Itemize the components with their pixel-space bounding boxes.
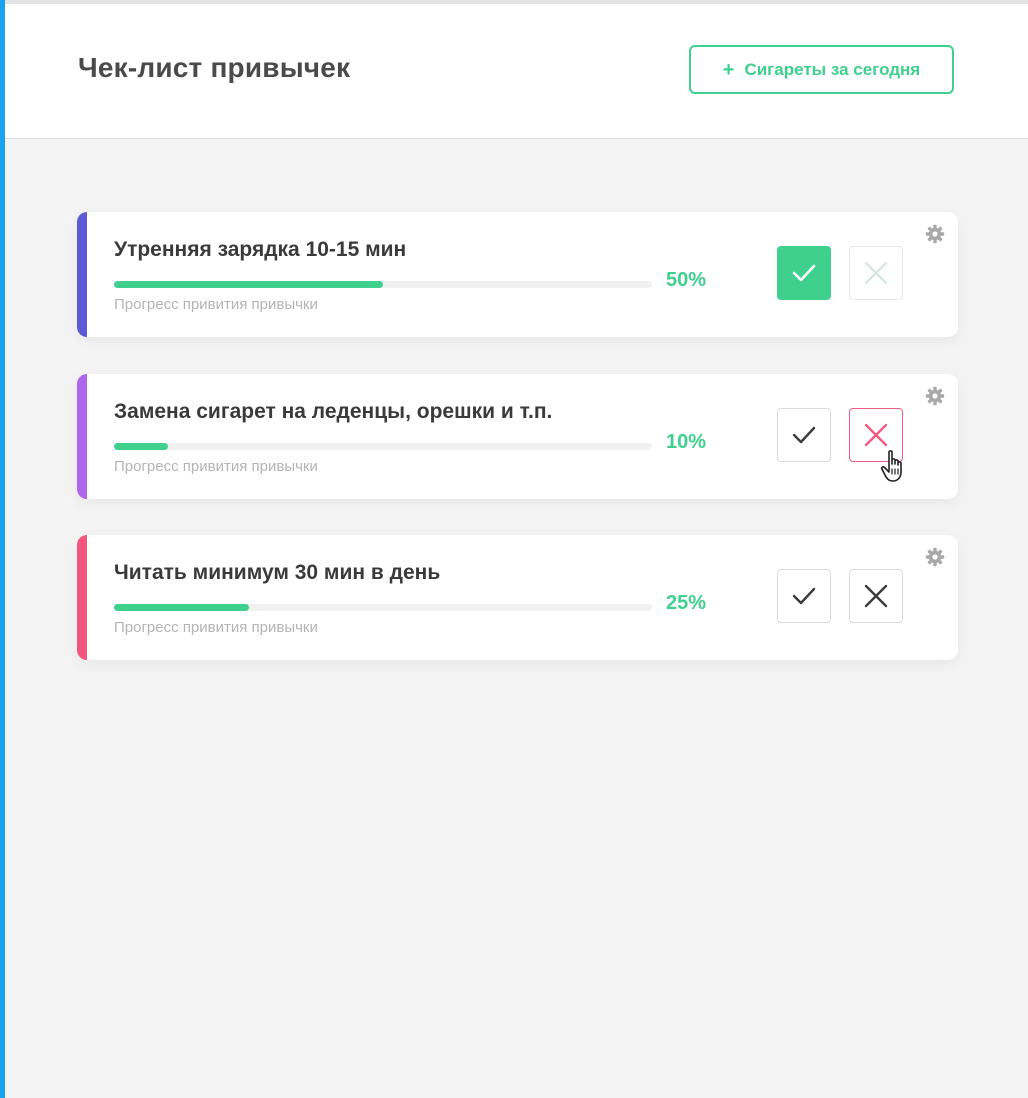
habit-card: Читать минимум 30 мин в день 25% Прогрес…: [77, 535, 958, 660]
gear-icon[interactable]: [925, 547, 945, 567]
close-icon: [864, 423, 888, 447]
habit-card: Замена сигарет на леденцы, орешки и т.п.…: [77, 374, 958, 499]
habit-progress-track: [114, 281, 652, 288]
frame-left-border: [0, 0, 5, 1098]
habit-progress-fill: [114, 281, 383, 288]
plus-icon: +: [722, 58, 735, 81]
add-cigarettes-label: Сигареты за сегодня: [744, 59, 921, 79]
habit-progress-percent: 25%: [666, 592, 707, 614]
habit-progress-track: [114, 604, 652, 611]
mark-failed-button[interactable]: [849, 246, 903, 300]
habit-progress-caption: Прогресс привития привычки: [114, 296, 318, 313]
close-icon: [864, 584, 888, 608]
check-icon: [792, 264, 816, 282]
habit-accent-bar: [77, 212, 87, 337]
hand-pointer-icon: [880, 450, 902, 482]
habit-title: Утренняя зарядка 10-15 мин: [114, 238, 407, 261]
gear-icon[interactable]: [925, 224, 945, 244]
habit-accent-bar: [77, 374, 87, 499]
habit-progress-caption: Прогресс привития привычки: [114, 458, 318, 475]
habit-progress-percent: 50%: [666, 269, 707, 291]
habit-card: Утренняя зарядка 10-15 мин 50% Прогресс …: [77, 212, 958, 337]
page-header: Чек-лист привычек + Сигареты за сегодня: [5, 4, 1028, 139]
habit-progress-caption: Прогресс привития привычки: [114, 619, 318, 636]
mark-done-button[interactable]: [777, 246, 831, 300]
habit-progress-percent: 10%: [666, 431, 707, 453]
mark-failed-button[interactable]: [849, 569, 903, 623]
check-icon: [792, 426, 816, 444]
close-icon: [864, 261, 888, 285]
mark-done-button[interactable]: [777, 408, 831, 462]
add-cigarettes-button[interactable]: + Сигареты за сегодня: [689, 45, 954, 94]
check-icon: [792, 587, 816, 605]
habit-progress-fill: [114, 604, 249, 611]
gear-icon[interactable]: [925, 386, 945, 406]
habit-accent-bar: [77, 535, 87, 660]
habit-progress-fill: [114, 443, 168, 450]
habit-progress-track: [114, 443, 652, 450]
page-title: Чек-лист привычек: [78, 52, 351, 83]
habit-title: Замена сигарет на леденцы, орешки и т.п.: [114, 400, 553, 423]
habit-title: Читать минимум 30 мин в день: [114, 561, 441, 584]
mark-done-button[interactable]: [777, 569, 831, 623]
